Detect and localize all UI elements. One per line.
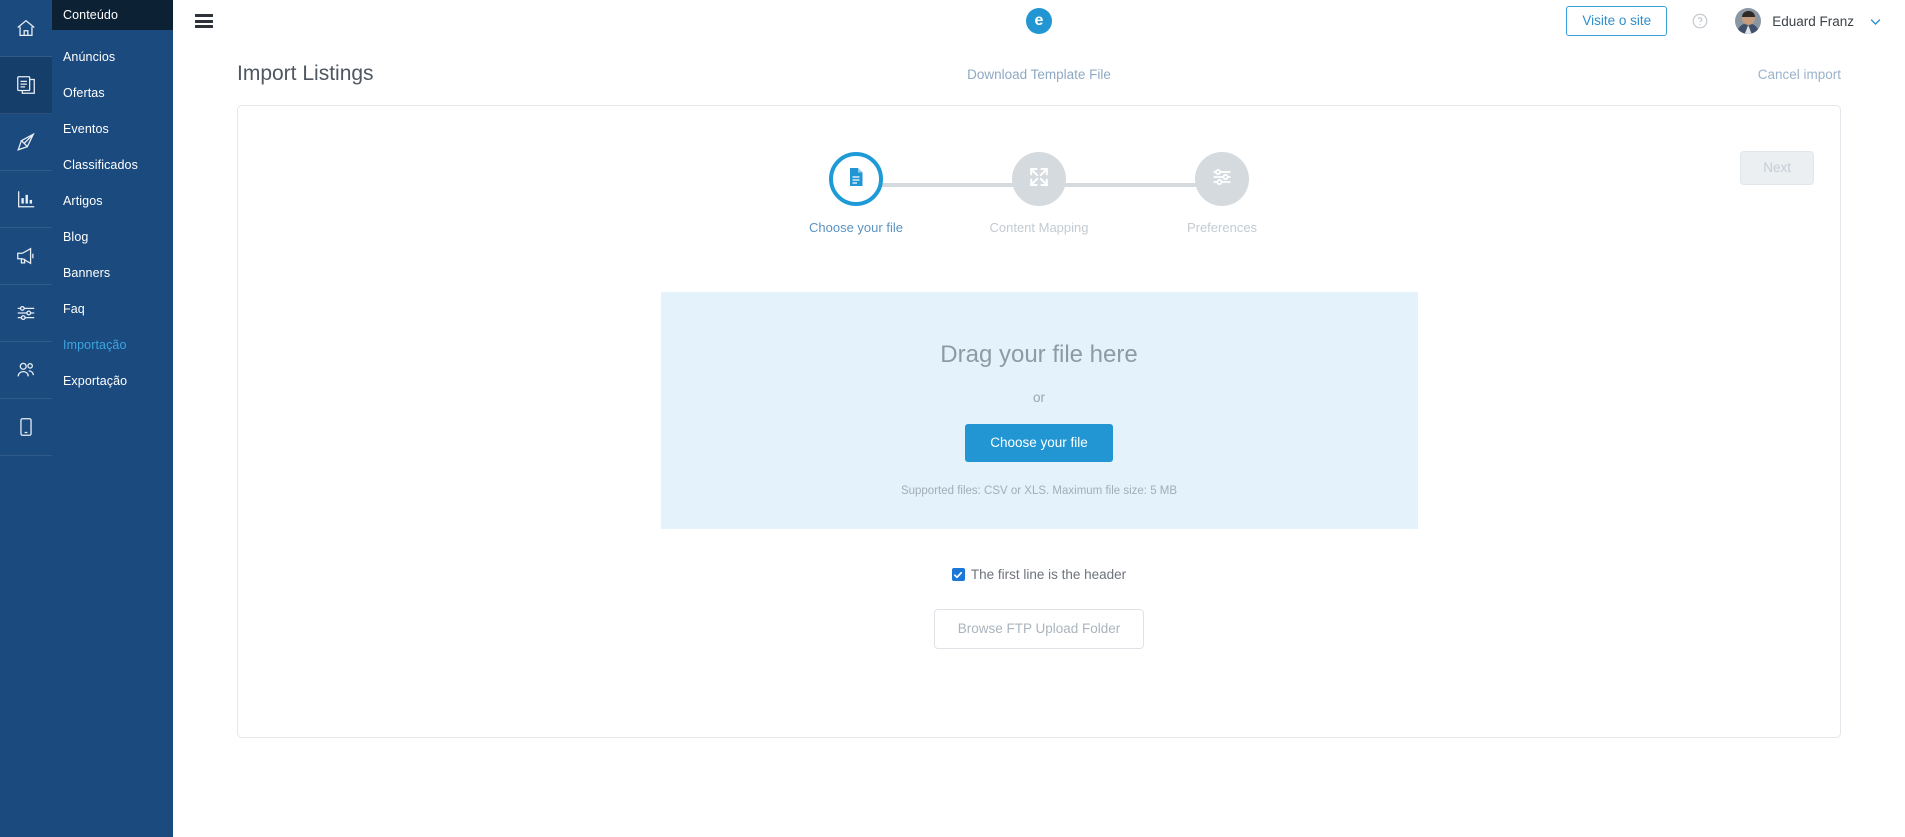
content-submenu: Conteúdo Anúncios Ofertas Eventos Classi… <box>52 0 173 837</box>
top-bar: e Visite o site Eduard Franz <box>173 0 1905 43</box>
avatar-hair <box>1742 11 1755 17</box>
icon-rail <box>0 0 52 837</box>
sidebar-item-exportacao[interactable]: Exportação <box>52 363 173 399</box>
rail-item-settings[interactable] <box>0 285 52 342</box>
app-root: Conteúdo Anúncios Ofertas Eventos Classi… <box>0 0 1905 837</box>
users-icon <box>15 359 37 381</box>
step-content-mapping-label: Content Mapping <box>977 220 1101 235</box>
main-area: e Visite o site Eduard Franz <box>173 0 1905 837</box>
step-choose-file-bubble <box>829 152 883 206</box>
dropzone-title: Drag your file here <box>940 341 1137 369</box>
sidebar-item-faq[interactable]: Faq <box>52 291 173 327</box>
step-choose-file-label: Choose your file <box>794 220 918 235</box>
sliders-icon <box>15 302 37 324</box>
mobile-icon <box>15 416 37 438</box>
first-line-header-checkbox[interactable] <box>952 568 965 581</box>
cancel-import-link[interactable]: Cancel import <box>1758 67 1841 82</box>
sidebar-item-blog[interactable]: Blog <box>52 219 173 255</box>
brush-icon <box>15 131 37 153</box>
file-dropzone[interactable]: Drag your file here or Choose your file … <box>661 292 1418 529</box>
choose-file-button[interactable]: Choose your file <box>965 424 1113 462</box>
download-template-link[interactable]: Download Template File <box>967 67 1111 82</box>
rail-item-home[interactable] <box>0 0 52 57</box>
rail-item-marketing[interactable] <box>0 228 52 285</box>
rail-item-users[interactable] <box>0 342 52 399</box>
sidebar-item-classificados[interactable]: Classificados <box>52 147 173 183</box>
rail-item-design[interactable] <box>0 114 52 171</box>
page-content: Import Listings Download Template File C… <box>173 43 1905 837</box>
chart-bar-icon <box>15 188 37 210</box>
help-circle-icon[interactable] <box>1691 12 1709 30</box>
import-stepper: Choose your file <box>794 152 1284 235</box>
menu-icon[interactable] <box>195 14 213 28</box>
step-preferences-label: Preferences <box>1160 220 1284 235</box>
sidebar-item-eventos[interactable]: Eventos <box>52 111 173 147</box>
megaphone-icon <box>15 245 37 267</box>
rail-item-mobile[interactable] <box>0 399 52 456</box>
dropzone-hint: Supported files: CSV or XLS. Maximum fil… <box>901 485 1177 497</box>
sidebar-item-importacao[interactable]: Importação <box>52 327 173 363</box>
rail-item-content[interactable] <box>0 57 52 114</box>
chevron-down-icon[interactable] <box>1868 14 1883 29</box>
sidebar-item-artigos[interactable]: Artigos <box>52 183 173 219</box>
icon-rail-filler <box>0 460 52 837</box>
step-choose-file[interactable]: Choose your file <box>794 152 918 235</box>
pages-icon <box>15 74 37 96</box>
page-title: Import Listings <box>237 62 374 86</box>
first-line-header-row: The first line is the header <box>238 567 1840 582</box>
submenu-header: Conteúdo <box>52 0 173 30</box>
step-content-mapping[interactable]: Content Mapping <box>977 152 1101 235</box>
shuffle-arrows-icon <box>1027 165 1051 194</box>
import-card: Next Cho <box>237 105 1841 738</box>
avatar[interactable] <box>1735 8 1761 34</box>
app-logo: e <box>1026 8 1052 34</box>
first-line-header-label[interactable]: The first line is the header <box>971 567 1126 582</box>
ftp-button-wrap: Browse FTP Upload Folder <box>238 609 1840 649</box>
sidebar-item-anuncios[interactable]: Anúncios <box>52 39 173 75</box>
top-bar-right: Visite o site Eduard Franz <box>1566 6 1905 36</box>
next-button[interactable]: Next <box>1740 151 1814 185</box>
home-icon <box>15 17 37 39</box>
step-preferences-bubble <box>1195 152 1249 206</box>
document-icon <box>844 165 868 194</box>
sidebar-item-ofertas[interactable]: Ofertas <box>52 75 173 111</box>
sidebar-item-banners[interactable]: Banners <box>52 255 173 291</box>
step-content-mapping-bubble <box>1012 152 1066 206</box>
visit-site-button[interactable]: Visite o site <box>1566 6 1667 36</box>
sliders-icon <box>1210 165 1234 194</box>
page-header: Import Listings Download Template File C… <box>195 43 1883 105</box>
step-preferences[interactable]: Preferences <box>1160 152 1284 235</box>
rail-item-reports[interactable] <box>0 171 52 228</box>
dropzone-or-text: or <box>1033 390 1045 405</box>
user-name: Eduard Franz <box>1772 14 1854 29</box>
browse-ftp-button[interactable]: Browse FTP Upload Folder <box>934 609 1145 649</box>
